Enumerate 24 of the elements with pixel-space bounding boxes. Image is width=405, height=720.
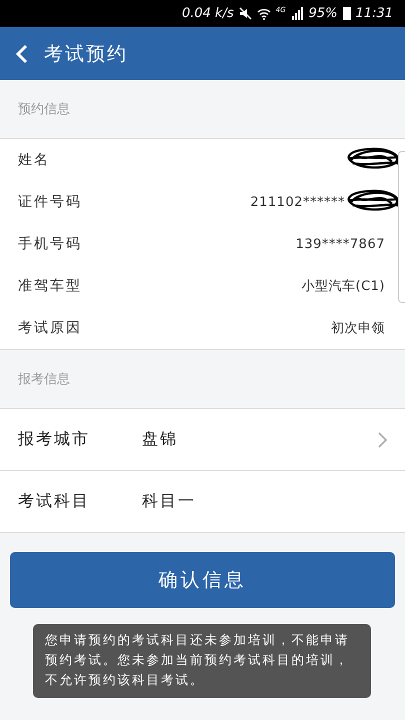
back-icon[interactable] — [16, 44, 28, 64]
field-label: 准驾车型 — [18, 277, 82, 295]
field-label: 考试科目 — [18, 491, 91, 512]
chevron-icon — [378, 432, 387, 448]
field-value: 139****7867 — [296, 236, 385, 252]
field-label: 姓名 — [18, 151, 50, 169]
battery-icon — [342, 7, 351, 20]
signal-icon — [290, 7, 304, 20]
field-value: 科目一 — [142, 491, 197, 512]
network-speed: 0.04 k/s — [182, 6, 234, 21]
page-title: 考试预约 — [44, 42, 128, 66]
field-label: 考试原因 — [18, 319, 82, 337]
field-value: 211102****** — [250, 194, 345, 210]
clock: 11:31 — [356, 6, 393, 21]
confirm-button[interactable]: 确认信息 — [10, 552, 395, 608]
field-value: 初次申领 — [331, 320, 385, 337]
field-label: 手机号码 — [18, 235, 82, 253]
toast-message: 您申请预约的考试科目还未参加培训，不能申请预约考试。您未参加当前预约考试科目的培训，不允许预约该科目考试。 — [33, 624, 371, 698]
battery-level: 95% — [308, 6, 338, 21]
field-label: 证件号码 — [18, 193, 82, 211]
mute-icon — [238, 7, 252, 20]
city-selector[interactable]: 报考城市 盘锦 — [0, 409, 405, 471]
field-value: 小型汽车(C1) — [302, 278, 385, 295]
wifi-icon — [256, 7, 271, 20]
